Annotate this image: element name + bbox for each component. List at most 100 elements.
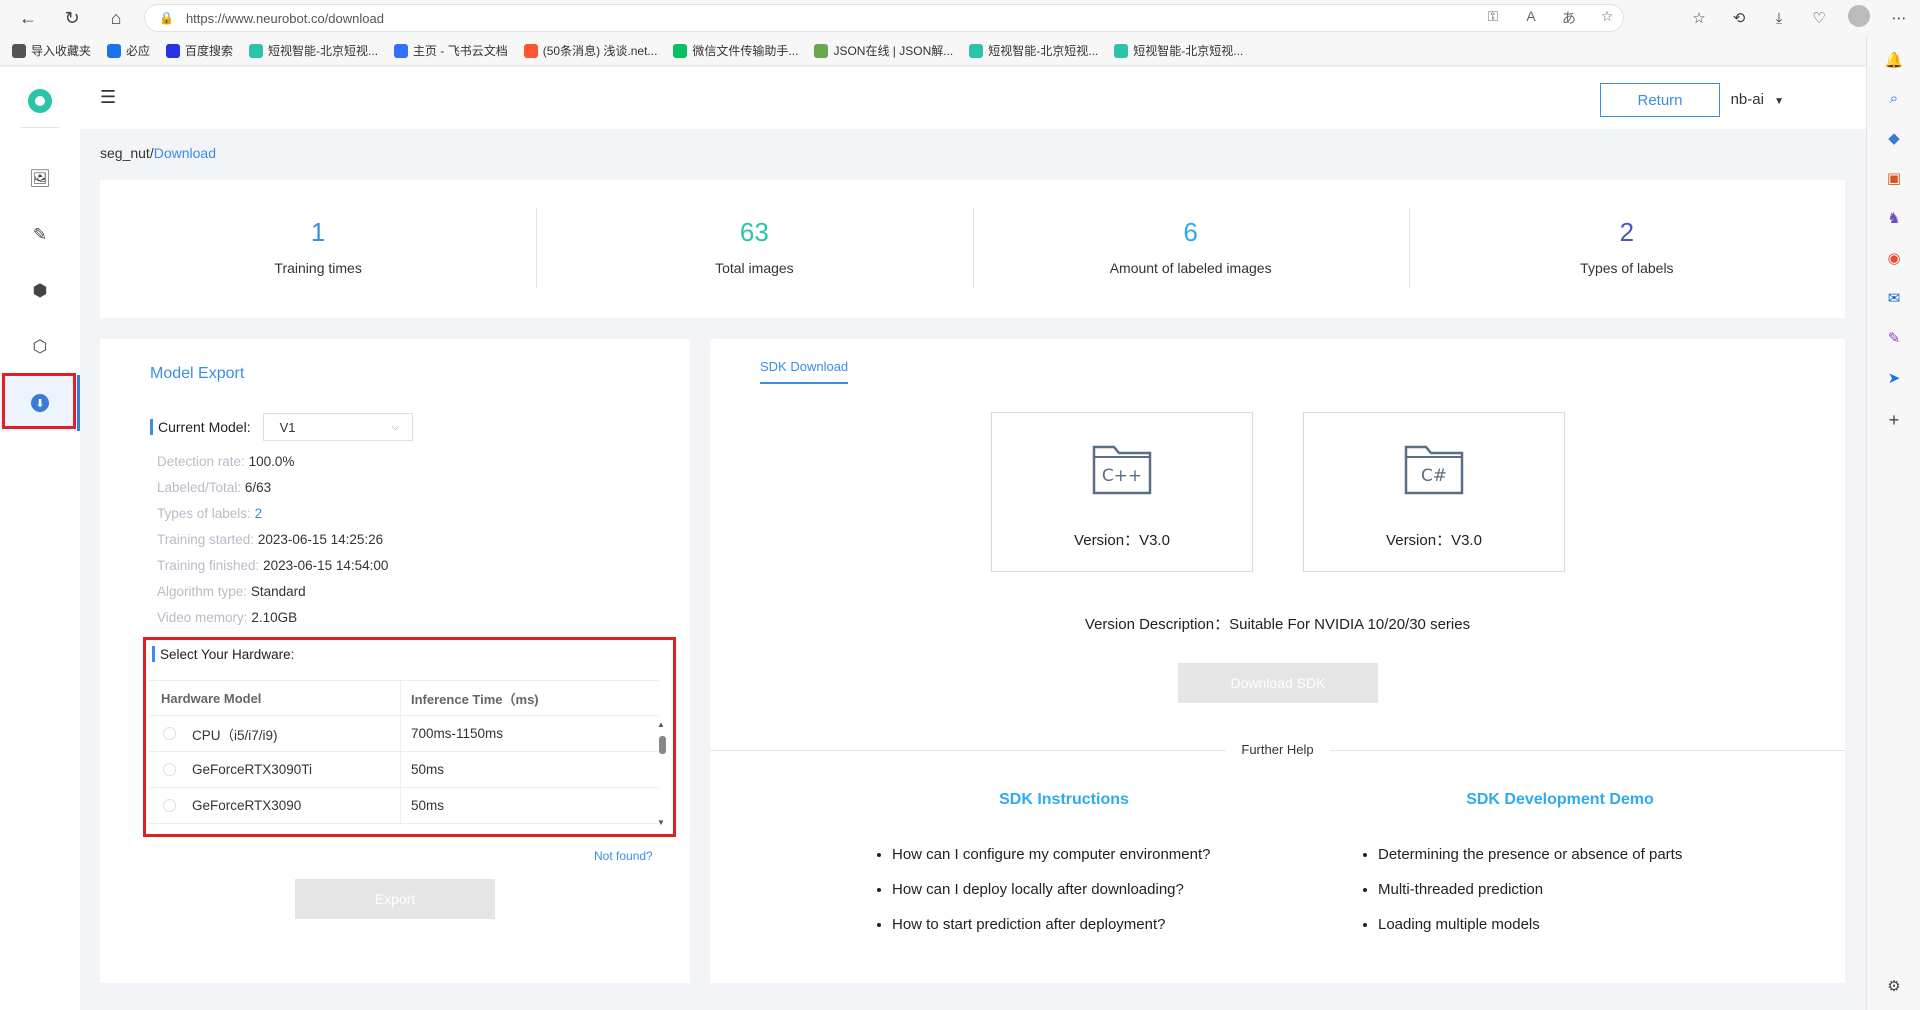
bookmark-item[interactable]: 主页 - 飞书云文档 xyxy=(394,42,508,59)
heart-icon[interactable]: ♡ xyxy=(1808,9,1830,27)
tag-icon[interactable]: ◆ xyxy=(1884,128,1904,148)
hardware-select-section: Select Your Hardware: Hardware Model Inf… xyxy=(143,637,676,837)
help-link[interactable]: How to start prediction after deployment… xyxy=(892,907,1254,942)
hardware-cell: GeForceRTX3090 xyxy=(149,788,401,823)
browser-toolbar: ← ↻ ⌂ 🔒 https://www.neurobot.co/download… xyxy=(0,0,1920,36)
table-scrollbar[interactable]: ▲ ▼ xyxy=(655,680,669,830)
bookmark-item[interactable]: 短视智能-北京短视... xyxy=(249,42,378,59)
bookmark-label: 微信文件传输助手... xyxy=(692,44,799,58)
help-link[interactable]: Loading multiple models xyxy=(1378,907,1760,942)
sdk-demo-list: Determining the presence or absence of p… xyxy=(1360,837,1760,942)
help-link[interactable]: Determining the presence or absence of p… xyxy=(1378,837,1760,872)
not-found-link[interactable]: Not found? xyxy=(594,849,653,863)
sidebar-item-annotate[interactable]: ✎ xyxy=(0,207,80,263)
hardware-radio[interactable] xyxy=(163,763,176,776)
bookmark-label: 主页 - 飞书云文档 xyxy=(413,44,508,58)
table-row[interactable]: CPU（i5/i7/i9) 700ms-1150ms xyxy=(149,716,659,752)
sdk-download-card: SDK Download C++ Version：V3.0 C# Version… xyxy=(710,339,1845,983)
breadcrumb-project[interactable]: seg_nut/ xyxy=(100,145,154,161)
help-link[interactable]: Multi-threaded prediction xyxy=(1378,872,1760,907)
bookmark-item[interactable]: 导入收藏夹 xyxy=(12,42,91,59)
folder-csharp-label: C# xyxy=(1421,466,1447,486)
favorites-icon[interactable]: ☆ xyxy=(1688,9,1710,27)
settings-gear-icon[interactable]: ⚙ xyxy=(1884,976,1904,996)
download-icon[interactable]: ⤓ xyxy=(1768,10,1790,27)
bookmark-item[interactable]: JSON在线 | JSON解... xyxy=(814,42,953,59)
sidebar-item-models[interactable]: ⬡ xyxy=(0,319,80,375)
breadcrumb-current: Download xyxy=(153,145,216,161)
info-value: 2023-06-15 14:25:26 xyxy=(257,532,384,547)
model-select[interactable]: V1 ⌵ xyxy=(262,413,413,441)
translate-icon[interactable]: あ xyxy=(1559,8,1579,28)
read-aloud-icon[interactable]: A xyxy=(1521,8,1541,28)
bookmark-favicon-icon xyxy=(1114,43,1129,58)
cube-icon: ⬡ xyxy=(32,337,48,356)
add-icon[interactable]: + xyxy=(1884,410,1904,430)
table-row[interactable]: GeForceRTX3090 50ms xyxy=(149,788,659,824)
inference-time-cell: 50ms xyxy=(411,762,445,777)
games-icon[interactable]: ♞ xyxy=(1884,208,1904,228)
inference-time-cell: 50ms xyxy=(411,798,445,813)
key-icon[interactable]: ⚿ xyxy=(1483,8,1503,28)
bookmark-item[interactable]: 微信文件传输助手... xyxy=(673,42,798,59)
url-text[interactable]: https://www.neurobot.co/download xyxy=(186,11,384,26)
history-icon[interactable]: ⟲ xyxy=(1728,9,1750,27)
bookmark-favicon-icon xyxy=(969,43,984,58)
sidebar-item-training[interactable]: ⬢ xyxy=(0,263,80,319)
current-model-label: Current Model: xyxy=(158,419,251,435)
search-icon[interactable]: ⌕ xyxy=(1884,88,1904,108)
bookmark-item[interactable]: (50条消息) 浅谈.net... xyxy=(523,42,658,59)
sdk-option-cpp[interactable]: C++ Version：V3.0 xyxy=(991,412,1253,572)
refresh-icon[interactable]: ↻ xyxy=(52,0,92,36)
sidebar-item-images[interactable]: 🖼 xyxy=(0,151,80,207)
more-icon[interactable]: ⋯ xyxy=(1888,9,1910,27)
address-bar[interactable]: 🔒 https://www.neurobot.co/download ⚿ A あ… xyxy=(144,4,1624,32)
sdk-version-cpp: Version：V3.0 xyxy=(1074,532,1170,549)
hardware-model: GeForceRTX3090 xyxy=(192,798,302,813)
bookmark-favicon-icon xyxy=(12,43,26,58)
stat-value: 2 xyxy=(1619,216,1635,247)
user-menu[interactable]: nb-ai ▼ xyxy=(1731,91,1784,108)
bookmark-item[interactable]: 短视智能-北京短视... xyxy=(969,42,1098,59)
help-link[interactable]: How can I configure my computer environm… xyxy=(892,837,1254,872)
office-icon[interactable]: ◉ xyxy=(1884,248,1904,268)
bookmark-label: (50条消息) 浅谈.net... xyxy=(542,44,658,58)
send-icon[interactable]: ➤ xyxy=(1884,368,1904,388)
bookmark-label: 短视智能-北京短视... xyxy=(268,44,379,58)
profile-avatar[interactable] xyxy=(1848,5,1870,31)
bookmark-item[interactable]: 百度搜索 xyxy=(166,42,233,59)
folder-csharp-icon: C# xyxy=(1404,445,1464,495)
scroll-thumb[interactable] xyxy=(659,736,666,754)
return-button[interactable]: Return xyxy=(1600,83,1720,117)
current-model-row: Current Model: V1 ⌵ xyxy=(150,413,413,441)
hardware-radio[interactable] xyxy=(163,799,176,812)
menu-toggle-icon[interactable]: ☰ xyxy=(100,87,116,108)
export-button[interactable]: Export xyxy=(295,879,495,919)
model-export-title: Model Export xyxy=(150,365,245,382)
help-link[interactable]: How can I deploy locally after downloadi… xyxy=(892,872,1254,907)
stat-value: 63 xyxy=(739,216,769,247)
back-icon[interactable]: ← xyxy=(8,0,48,36)
tab-sdk-download[interactable]: SDK Download xyxy=(760,359,849,384)
download-sdk-button[interactable]: Download SDK xyxy=(1178,663,1378,703)
designer-icon[interactable]: ✎ xyxy=(1884,328,1904,348)
bell-icon[interactable]: 🔔 xyxy=(1884,50,1904,70)
bookmark-item[interactable]: 必应 xyxy=(107,42,150,59)
toolbox-icon[interactable]: ▣ xyxy=(1884,168,1904,188)
home-icon[interactable]: ⌂ xyxy=(96,0,136,36)
info-key: Video memory: xyxy=(157,610,248,625)
info-value: 2.10GB xyxy=(251,610,298,625)
neurobot-logo[interactable] xyxy=(28,89,52,113)
info-key: Types of labels: xyxy=(157,506,251,521)
app-sidebar: 🖼 ✎ ⬢ ⬡ ⬇ xyxy=(0,67,80,1010)
table-row[interactable]: GeForceRTX3090Ti 50ms xyxy=(149,752,659,788)
info-row: Detection rate: 100.0% xyxy=(157,449,388,475)
sdk-option-csharp[interactable]: C# Version：V3.0 xyxy=(1303,412,1565,572)
scroll-up-icon[interactable]: ▲ xyxy=(657,720,665,729)
scroll-down-icon[interactable]: ▼ xyxy=(657,818,665,827)
bookmark-item[interactable]: 短视智能-北京短视... xyxy=(1114,42,1243,59)
favorite-star-icon[interactable]: ☆ xyxy=(1597,8,1617,28)
hardware-radio[interactable] xyxy=(163,727,176,740)
outlook-icon[interactable]: ✉ xyxy=(1884,288,1904,308)
bookmark-label: JSON在线 | JSON解... xyxy=(833,44,954,58)
